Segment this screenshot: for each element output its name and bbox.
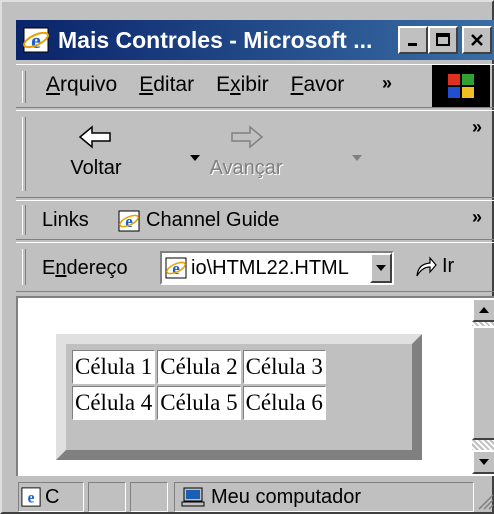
- resize-grip-icon[interactable]: [476, 492, 494, 510]
- windows-logo-icon: [432, 65, 490, 107]
- table-cell: Célula 1: [72, 350, 156, 384]
- back-label: Voltar: [70, 157, 122, 179]
- status-text: C: [45, 485, 60, 508]
- maximize-button[interactable]: [428, 26, 458, 54]
- forward-dropdown-arrow-icon: [352, 155, 362, 161]
- up-arrow-icon: [479, 307, 489, 313]
- zone-label: Meu computador: [211, 485, 362, 508]
- links-label[interactable]: Links: [42, 209, 89, 232]
- standard-toolbar: Voltar Avançar »: [16, 110, 494, 198]
- ie-page-icon: e: [118, 210, 140, 231]
- menu-arquivo[interactable]: Arquivo: [46, 73, 117, 97]
- channel-guide-label: Channel Guide: [146, 209, 280, 231]
- menu-overflow-chevron-icon[interactable]: »: [382, 73, 392, 94]
- ie-logo-icon: e: [20, 24, 52, 56]
- dropdown-arrow-icon: [376, 265, 386, 271]
- links-bar: Links e Channel Guide »: [16, 200, 494, 240]
- back-arrow-icon: [46, 117, 146, 157]
- scroll-up-button[interactable]: [472, 298, 494, 322]
- go-label: Ir: [442, 255, 455, 277]
- address-label: Endereço: [42, 257, 128, 279]
- addressbar-grip[interactable]: [22, 249, 26, 285]
- menu-exibir[interactable]: Exibir: [216, 73, 269, 97]
- go-button[interactable]: Ir: [414, 255, 454, 278]
- svg-text:e: e: [172, 259, 180, 278]
- address-input[interactable]: e io\HTML22.HTML: [160, 251, 394, 285]
- svg-text:e: e: [31, 28, 41, 53]
- page-content: Célula 1 Célula 2 Célula 3 Célula 4 Célu…: [16, 296, 494, 476]
- vertical-scrollbar[interactable]: [472, 298, 494, 474]
- table-cell: Célula 4: [72, 386, 156, 420]
- menubar-grip[interactable]: [22, 71, 26, 103]
- table-cell: Célula 2: [157, 350, 241, 384]
- scroll-down-button[interactable]: [472, 450, 494, 474]
- status-bar: e C Meu computador: [16, 478, 494, 514]
- status-panel-3: [130, 482, 168, 512]
- title-bar[interactable]: e Mais Controles - Microsoft ...: [16, 20, 494, 60]
- scrollbar-thumb[interactable]: [472, 326, 494, 440]
- forward-arrow-icon: [196, 117, 296, 157]
- forward-button[interactable]: Avançar: [196, 117, 296, 180]
- toolbar-overflow-chevron-icon[interactable]: »: [472, 117, 482, 138]
- browser-window: e Mais Controles - Microsoft ... Arquivo…: [0, 0, 494, 514]
- menu-bar: Arquivo Editar Exibir Favor »: [16, 64, 494, 108]
- window-title: Mais Controles - Microsoft ...: [58, 26, 373, 53]
- ie-status-icon: e: [21, 487, 41, 507]
- toolbar-grip[interactable]: [22, 117, 26, 191]
- my-computer-icon: [181, 487, 205, 507]
- menu-editar[interactable]: Editar: [139, 73, 194, 97]
- svg-text:e: e: [125, 212, 133, 231]
- table-row: Célula 4 Célula 5 Célula 6: [72, 386, 326, 420]
- security-zone-panel: Meu computador: [174, 482, 474, 512]
- table-cell: Célula 6: [242, 386, 326, 420]
- svg-text:e: e: [28, 489, 35, 506]
- down-arrow-icon: [479, 459, 489, 465]
- table-cell: Célula 3: [242, 350, 326, 384]
- menu-favoritos[interactable]: Favor: [291, 73, 345, 97]
- page-icon: e: [165, 257, 187, 279]
- linksbar-grip[interactable]: [22, 205, 26, 235]
- table-row: Célula 1 Célula 2 Célula 3: [72, 350, 326, 384]
- address-value: io\HTML22.HTML: [191, 256, 349, 279]
- go-arrow-icon: [416, 255, 437, 276]
- channel-guide-link[interactable]: e Channel Guide: [118, 209, 279, 232]
- minimize-button[interactable]: [398, 26, 428, 54]
- address-dropdown-button[interactable]: [370, 253, 392, 283]
- forward-label: Avançar: [209, 157, 283, 179]
- close-button[interactable]: [462, 26, 492, 54]
- status-text-panel: e C: [18, 482, 84, 512]
- status-panel-2: [88, 482, 126, 512]
- back-button[interactable]: Voltar: [46, 117, 146, 180]
- address-bar: Endereço e io\HTML22.HTML Ir: [16, 242, 494, 292]
- beveled-table: Célula 1 Célula 2 Célula 3 Célula 4 Célu…: [56, 334, 422, 460]
- links-overflow-chevron-icon[interactable]: »: [472, 207, 482, 228]
- cells-table: Célula 1 Célula 2 Célula 3 Célula 4 Célu…: [70, 348, 328, 422]
- table-cell: Célula 5: [157, 386, 241, 420]
